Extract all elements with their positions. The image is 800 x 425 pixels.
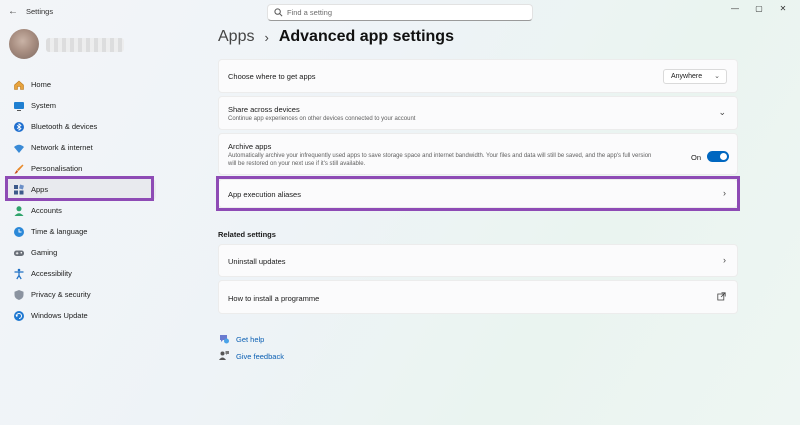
setting-title: How to install a programme	[228, 294, 320, 303]
setting-subtitle-line-1: Automatically archive your infrequently …	[228, 153, 652, 159]
sidebar-item-label: Bluetooth & devices	[31, 122, 98, 131]
sidebar-item-privacy-security[interactable]: Privacy & security	[6, 284, 156, 305]
search-box[interactable]	[267, 4, 533, 21]
setting-title: Choose where to get apps	[228, 72, 316, 81]
chevron-right-icon: ›	[723, 188, 726, 198]
profile-name-redacted	[46, 38, 124, 52]
page-title: Advanced app settings	[278, 28, 454, 45]
sidebar-item-label: Time & language	[31, 227, 88, 236]
shield-icon	[12, 288, 25, 301]
get-help-icon	[218, 333, 230, 345]
wifi-icon	[12, 141, 25, 154]
sidebar-item-label: Accounts	[31, 206, 62, 215]
chevron-down-icon: ⌄	[714, 73, 720, 80]
setting-choose-where-to-get-apps: Choose where to get apps Anywhere ⌄	[218, 59, 738, 93]
sidebar-item-label: Home	[31, 80, 52, 89]
dropdown-value: Anywhere	[671, 73, 703, 80]
setting-title: Share across devices	[228, 105, 300, 114]
get-help-link[interactable]: Get help	[218, 333, 264, 345]
bluetooth-icon	[12, 120, 25, 133]
get-help-label: Get help	[236, 334, 265, 344]
sidebar-item-network[interactable]: Network & internet	[6, 137, 156, 158]
window-controls: — ▢ ✕	[728, 3, 790, 15]
sidebar-item-windows-update[interactable]: Windows Update	[6, 305, 156, 326]
globe-clock-icon	[12, 225, 25, 238]
sidebar-item-label: Apps	[31, 185, 49, 194]
person-icon	[12, 204, 25, 217]
sidebar-item-label: Network & internet	[31, 143, 93, 152]
sidebar-item-label: Windows Update	[31, 311, 88, 320]
setting-title: App execution aliases	[228, 190, 301, 199]
related-uninstall-updates[interactable]: Uninstall updates ›	[218, 244, 738, 277]
brush-icon	[12, 162, 25, 175]
minimize-button[interactable]: —	[728, 3, 742, 15]
sidebar-item-label: Privacy & security	[31, 290, 91, 299]
sidebar-item-label: Gaming	[31, 248, 58, 257]
related-how-to-install[interactable]: How to install a programme	[218, 280, 738, 314]
search-input[interactable]	[287, 7, 517, 18]
setting-subtitle-line-2: will be restored on your next use if it'…	[228, 161, 366, 167]
toggle-state-label: On	[690, 153, 701, 162]
search-icon	[274, 8, 283, 17]
setting-subtitle: Continue app experiences on other device…	[228, 116, 416, 122]
sidebar-item-label: Accessibility	[31, 269, 72, 278]
apps-icon	[12, 183, 25, 196]
app-title: Settings	[26, 7, 54, 16]
give-feedback-link[interactable]: Give feedback	[218, 350, 284, 362]
setting-title: Archive apps	[228, 142, 272, 151]
related-settings-header: Related settings	[218, 230, 276, 239]
setting-app-execution-aliases[interactable]: App execution aliases ›	[218, 179, 738, 208]
archive-apps-toggle[interactable]	[707, 151, 729, 162]
maximize-button[interactable]: ▢	[752, 3, 766, 15]
close-button[interactable]: ✕	[776, 3, 790, 15]
give-feedback-label: Give feedback	[236, 351, 284, 361]
sidebar-item-accessibility[interactable]: Accessibility	[6, 263, 156, 284]
feedback-icon	[218, 350, 230, 362]
sidebar-item-system[interactable]: System	[6, 95, 156, 116]
breadcrumb: Apps › Advanced app settings	[218, 28, 454, 46]
setting-archive-apps: Archive apps Automatically archive your …	[218, 133, 738, 175]
chevron-right-icon: ›	[723, 255, 726, 265]
breadcrumb-parent[interactable]: Apps	[218, 28, 254, 46]
sidebar-item-label: System	[31, 101, 57, 110]
sidebar-item-gaming[interactable]: Gaming	[6, 242, 156, 263]
app-source-dropdown[interactable]: Anywhere ⌄	[663, 69, 727, 84]
setting-title: Uninstall updates	[228, 257, 286, 266]
sidebar-item-home[interactable]: Home	[6, 74, 156, 95]
sidebar-item-apps[interactable]: Apps	[6, 179, 156, 200]
sidebar-item-time-language[interactable]: Time & language	[6, 221, 156, 242]
update-icon	[12, 309, 25, 322]
gamepad-icon	[12, 246, 25, 259]
sidebar-item-label: Personalisation	[31, 164, 83, 173]
accessibility-icon	[12, 267, 25, 280]
setting-share-across-devices[interactable]: Share across devices Continue app experi…	[218, 96, 738, 130]
toggle-knob	[720, 153, 727, 160]
sidebar-item-bluetooth[interactable]: Bluetooth & devices	[6, 116, 156, 137]
sidebar-item-personalisation[interactable]: Personalisation	[6, 158, 156, 179]
breadcrumb-separator: ›	[264, 29, 269, 45]
system-icon	[12, 99, 25, 112]
sidebar-item-accounts[interactable]: Accounts	[6, 200, 156, 221]
back-arrow-icon[interactable]: ←	[8, 6, 18, 17]
home-icon	[12, 78, 25, 91]
chevron-down-icon: ⌄	[718, 107, 726, 117]
sidebar-nav: Home System Bluetooth & devices Network …	[6, 74, 156, 326]
title-bar: ← Settings — ▢ ✕	[0, 0, 800, 26]
avatar[interactable]	[9, 29, 39, 59]
open-external-icon	[717, 292, 726, 303]
